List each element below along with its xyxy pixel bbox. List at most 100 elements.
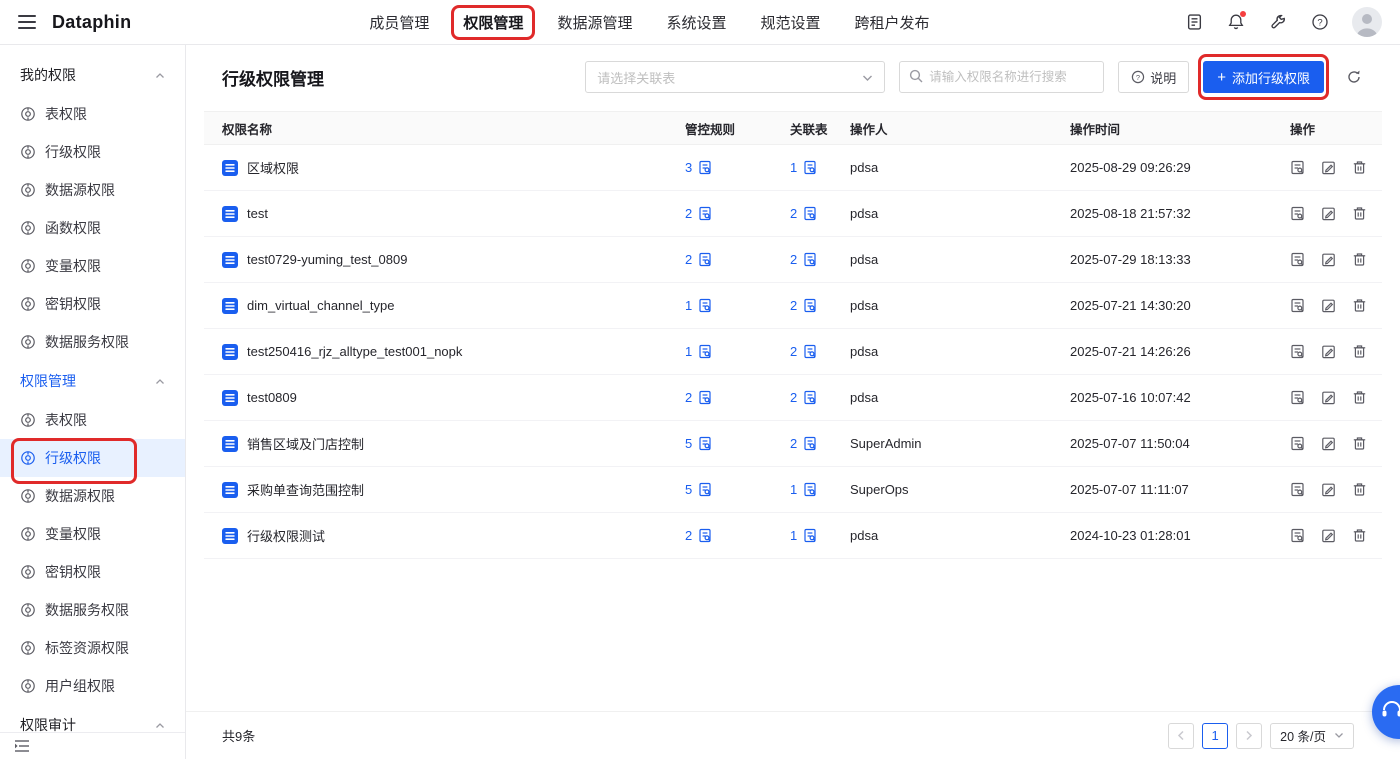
- release-notes-icon[interactable]: [1184, 12, 1204, 32]
- top-nav-item[interactable]: 跨租户发布: [854, 0, 929, 45]
- tables-count-link[interactable]: 1: [790, 482, 797, 497]
- tables-count-link[interactable]: 2: [790, 390, 797, 405]
- next-page-button[interactable]: [1236, 722, 1263, 749]
- view-record-icon[interactable]: [1290, 252, 1305, 267]
- rules-detail-icon[interactable]: [698, 298, 712, 313]
- tables-detail-icon[interactable]: [803, 528, 817, 543]
- top-nav-item[interactable]: 成员管理: [369, 0, 429, 45]
- tables-detail-icon[interactable]: [803, 390, 817, 405]
- delete-icon[interactable]: [1352, 436, 1367, 451]
- permission-name[interactable]: 区域权限: [247, 158, 299, 177]
- view-record-icon[interactable]: [1290, 160, 1305, 175]
- view-record-icon[interactable]: [1290, 344, 1305, 359]
- tables-detail-icon[interactable]: [803, 298, 817, 313]
- tables-detail-icon[interactable]: [803, 344, 817, 359]
- tables-detail-icon[interactable]: [803, 482, 817, 497]
- tables-count-link[interactable]: 2: [790, 436, 797, 451]
- notifications-bell-icon[interactable]: [1226, 11, 1246, 32]
- tables-count-link[interactable]: 2: [790, 298, 797, 313]
- sidebar-item[interactable]: 标签资源权限: [0, 629, 185, 667]
- tables-detail-icon[interactable]: [803, 252, 817, 267]
- sidebar-item[interactable]: 表权限: [0, 401, 185, 439]
- permission-name[interactable]: 销售区域及门店控制: [247, 434, 364, 453]
- delete-icon[interactable]: [1352, 390, 1367, 405]
- rules-detail-icon[interactable]: [698, 436, 712, 451]
- related-table-select[interactable]: 请选择关联表: [585, 61, 886, 93]
- permission-name[interactable]: test: [247, 206, 268, 221]
- rules-detail-icon[interactable]: [698, 528, 712, 543]
- page-number[interactable]: 1: [1202, 722, 1229, 749]
- sidebar-group-header[interactable]: 我的权限: [0, 55, 185, 95]
- permission-name[interactable]: 行级权限测试: [247, 526, 325, 545]
- view-record-icon[interactable]: [1290, 390, 1305, 405]
- rules-count-link[interactable]: 2: [685, 528, 692, 543]
- tables-count-link[interactable]: 2: [790, 206, 797, 221]
- prev-page-button[interactable]: [1168, 722, 1195, 749]
- view-record-icon[interactable]: [1290, 298, 1305, 313]
- help-button[interactable]: ? 说明: [1118, 61, 1190, 93]
- delete-icon[interactable]: [1352, 528, 1367, 543]
- tables-count-link[interactable]: 2: [790, 252, 797, 267]
- permission-name[interactable]: test0809: [247, 390, 297, 405]
- tables-detail-icon[interactable]: [803, 436, 817, 451]
- edit-icon[interactable]: [1321, 482, 1336, 497]
- edit-icon[interactable]: [1321, 390, 1336, 405]
- refresh-button[interactable]: [1338, 61, 1370, 93]
- sidebar-item[interactable]: 行级权限: [0, 438, 185, 484]
- view-record-icon[interactable]: [1290, 436, 1305, 451]
- rules-detail-icon[interactable]: [698, 482, 712, 497]
- rules-count-link[interactable]: 5: [685, 436, 692, 451]
- user-avatar[interactable]: [1352, 7, 1382, 37]
- search-input[interactable]: [929, 70, 1095, 84]
- sidebar-group-header[interactable]: 权限管理: [0, 361, 185, 401]
- add-row-permission-button[interactable]: + 添加行级权限: [1198, 54, 1329, 100]
- sidebar-item[interactable]: 数据服务权限: [0, 323, 185, 361]
- sidebar-item[interactable]: 数据服务权限: [0, 591, 185, 629]
- permission-name[interactable]: test0729-yuming_test_0809: [247, 252, 407, 267]
- delete-icon[interactable]: [1352, 206, 1367, 221]
- view-record-icon[interactable]: [1290, 482, 1305, 497]
- edit-icon[interactable]: [1321, 344, 1336, 359]
- sidebar-item[interactable]: 密钥权限: [0, 285, 185, 323]
- rules-count-link[interactable]: 5: [685, 482, 692, 497]
- rules-count-link[interactable]: 2: [685, 206, 692, 221]
- top-nav-item[interactable]: 数据源管理: [557, 0, 632, 45]
- permission-name[interactable]: dim_virtual_channel_type: [247, 298, 394, 313]
- sidebar-item[interactable]: 用户组权限: [0, 667, 185, 705]
- page-size-select[interactable]: 20 条/页: [1270, 722, 1354, 749]
- edit-icon[interactable]: [1321, 436, 1336, 451]
- sidebar-item[interactable]: 密钥权限: [0, 553, 185, 591]
- rules-detail-icon[interactable]: [698, 344, 712, 359]
- rules-detail-icon[interactable]: [698, 160, 712, 175]
- tables-detail-icon[interactable]: [803, 160, 817, 175]
- sidebar-item[interactable]: 数据源权限: [0, 171, 185, 209]
- delete-icon[interactable]: [1352, 482, 1367, 497]
- rules-count-link[interactable]: 1: [685, 298, 692, 313]
- rules-count-link[interactable]: 1: [685, 344, 692, 359]
- edit-icon[interactable]: [1321, 206, 1336, 221]
- rules-count-link[interactable]: 2: [685, 252, 692, 267]
- sidebar-item[interactable]: 数据源权限: [0, 477, 185, 515]
- permission-name[interactable]: test250416_rjz_alltype_test001_nopk: [247, 344, 462, 359]
- top-nav-item[interactable]: 系统设置: [666, 0, 726, 45]
- help-question-icon[interactable]: ?: [1310, 12, 1330, 32]
- top-nav-item[interactable]: 权限管理: [451, 0, 536, 45]
- edit-icon[interactable]: [1321, 298, 1336, 313]
- sidebar-item[interactable]: 变量权限: [0, 515, 185, 553]
- sidebar-item[interactable]: 函数权限: [0, 209, 185, 247]
- delete-icon[interactable]: [1352, 160, 1367, 175]
- tables-count-link[interactable]: 1: [790, 160, 797, 175]
- collapse-sidebar-icon[interactable]: [14, 739, 32, 753]
- delete-icon[interactable]: [1352, 344, 1367, 359]
- permission-name[interactable]: 采购单查询范围控制: [247, 480, 364, 499]
- edit-icon[interactable]: [1321, 252, 1336, 267]
- rules-count-link[interactable]: 2: [685, 390, 692, 405]
- rules-count-link[interactable]: 3: [685, 160, 692, 175]
- rules-detail-icon[interactable]: [698, 206, 712, 221]
- delete-icon[interactable]: [1352, 298, 1367, 313]
- hamburger-menu-icon[interactable]: [18, 15, 36, 29]
- sidebar-item[interactable]: 变量权限: [0, 247, 185, 285]
- sidebar-item[interactable]: 行级权限: [0, 133, 185, 171]
- view-record-icon[interactable]: [1290, 528, 1305, 543]
- tables-count-link[interactable]: 1: [790, 528, 797, 543]
